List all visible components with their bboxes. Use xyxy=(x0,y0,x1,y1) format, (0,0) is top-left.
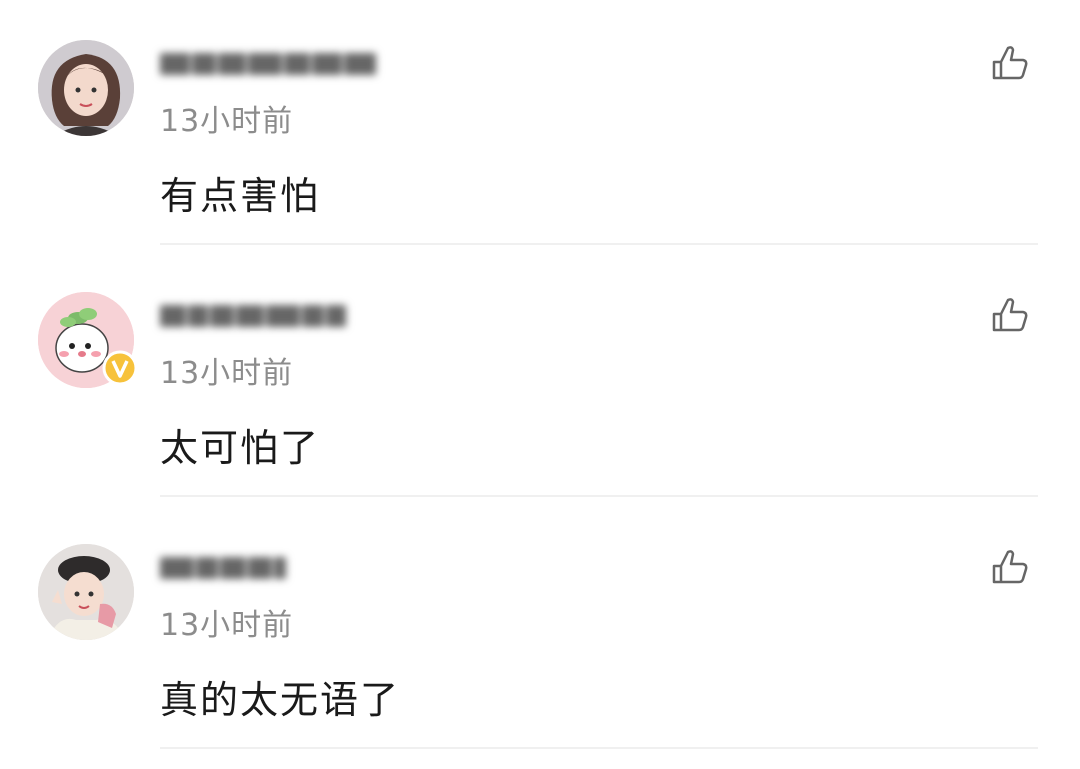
verified-badge-icon xyxy=(102,350,138,390)
divider xyxy=(160,495,1038,497)
thumbs-up-icon[interactable] xyxy=(988,40,1030,82)
comment-text: 太可怕了 xyxy=(160,426,321,470)
divider xyxy=(160,243,1038,245)
username-blurred[interactable] xyxy=(160,548,288,588)
thumbs-up-icon[interactable] xyxy=(988,292,1030,334)
comment-time: 13小时前 xyxy=(160,104,294,139)
avatar[interactable] xyxy=(38,544,134,640)
comment-item: 13小时前 真的太无语了 xyxy=(0,504,1080,756)
thumbs-up-icon[interactable] xyxy=(988,544,1030,586)
comment-item: 13小时前 有点害怕 xyxy=(0,0,1080,252)
username-blurred[interactable] xyxy=(160,44,378,84)
comment-time: 13小时前 xyxy=(160,356,294,391)
avatar[interactable] xyxy=(38,40,134,136)
username-blurred[interactable] xyxy=(160,296,348,336)
comment-text: 有点害怕 xyxy=(160,174,321,218)
divider xyxy=(160,747,1038,749)
comment-text: 真的太无语了 xyxy=(160,678,401,722)
comment-item: 13小时前 太可怕了 xyxy=(0,252,1080,504)
comment-time: 13小时前 xyxy=(160,608,294,643)
